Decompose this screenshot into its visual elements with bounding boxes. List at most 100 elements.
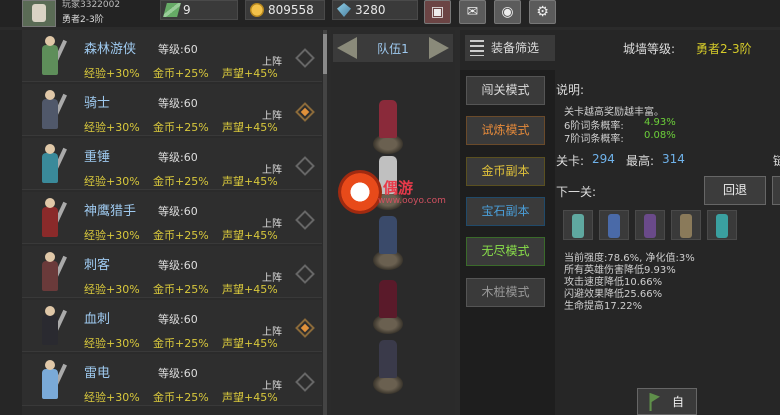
mail-button[interactable]: ✉ xyxy=(459,0,486,24)
hero-row[interactable]: 森林游侠 等级:60 经验+30% 金币+25% 声望+45% 上阵 xyxy=(22,30,322,82)
hero-gold-bonus: 金币+25% xyxy=(153,229,209,242)
hero-deploy-checkbox[interactable] xyxy=(295,264,315,284)
enemy-portrait[interactable] xyxy=(599,210,629,240)
mode-trial-button[interactable]: 试炼模式 xyxy=(466,116,545,145)
stage-edge-text: 链 xyxy=(773,154,780,168)
hero-head xyxy=(45,36,55,46)
mode-stage-button[interactable]: 闯关模式 xyxy=(466,76,545,105)
hero-body xyxy=(42,261,58,291)
hero-row[interactable]: 雷电 等级:60 经验+30% 金币+25% 声望+45% 上阵 xyxy=(22,354,322,406)
hero-exp-bonus: 经验+30% xyxy=(84,391,140,404)
watermark-url: www.ooyo.com xyxy=(378,196,446,206)
hero-name: 骑士 xyxy=(84,96,111,111)
enemy-figure xyxy=(608,214,620,238)
hero-name: 重锤 xyxy=(84,150,111,165)
enemy-figure xyxy=(680,214,692,238)
shop-button[interactable]: ▣ xyxy=(424,0,451,24)
team-member[interactable] xyxy=(379,340,397,378)
equipment-filter-button[interactable]: 装备筛选 xyxy=(465,35,555,61)
hero-head xyxy=(45,90,55,100)
gem-icon xyxy=(337,3,351,17)
hero-gold-bonus: 金币+25% xyxy=(153,283,209,296)
hero-head xyxy=(45,252,55,262)
player-name: 玩家3322002 xyxy=(62,0,121,10)
hero-deploy-label: 上阵 xyxy=(262,327,282,338)
enemy-portrait[interactable] xyxy=(635,210,665,240)
shop-icon: ▣ xyxy=(430,4,445,20)
wall-level-value: 勇者2-3阶 xyxy=(696,42,752,56)
gamepad-button[interactable]: ◉ xyxy=(494,0,521,24)
auto-button-label: 自 xyxy=(672,395,685,409)
hero-name: 血刺 xyxy=(84,312,111,327)
team-member[interactable] xyxy=(379,216,397,254)
hero-row[interactable]: 骑士 等级:60 经验+30% 金币+25% 声望+45% 上阵 xyxy=(22,84,322,136)
mode-gold-dungeon-button[interactable]: 金币副本 xyxy=(466,157,545,186)
hero-head xyxy=(45,198,55,208)
enemy-portrait[interactable] xyxy=(671,210,701,240)
gold-value: 809558 xyxy=(268,3,314,17)
hero-row[interactable]: 血刺 等级:60 经验+30% 金币+25% 声望+45% 上阵 xyxy=(22,300,322,352)
watermark-logo xyxy=(338,170,382,214)
auto-button[interactable]: 自 xyxy=(637,388,697,415)
watermark-text: 偶游 xyxy=(383,179,414,197)
team-member[interactable] xyxy=(379,100,397,138)
hero-portrait xyxy=(32,357,68,403)
hero-level: 等级:60 xyxy=(158,43,198,56)
description-title: 说明: xyxy=(556,83,585,97)
team-member[interactable] xyxy=(379,280,397,318)
hero-deploy-label: 上阵 xyxy=(262,381,282,392)
mode-gem-dungeon-button[interactable]: 宝石副本 xyxy=(466,197,545,226)
hero-exp-bonus: 经验+30% xyxy=(84,121,140,134)
enemy-portrait[interactable] xyxy=(563,210,593,240)
hero-list-scrollbar[interactable] xyxy=(323,30,327,415)
hero-gold-bonus: 金币+25% xyxy=(153,67,209,80)
hero-deploy-label: 上阵 xyxy=(262,57,282,68)
gamepad-icon: ◉ xyxy=(501,4,514,20)
energy-counter: 9 xyxy=(160,0,238,20)
hero-deploy-checkbox[interactable] xyxy=(295,48,315,68)
hero-name: 雷电 xyxy=(84,366,111,381)
back-button[interactable]: 回退 xyxy=(704,176,766,205)
mail-icon: ✉ xyxy=(466,4,479,20)
best-stage-value: 314 xyxy=(662,152,685,166)
settings-button[interactable]: ⚙ xyxy=(529,0,556,24)
wall-level-label: 城墙等级: xyxy=(623,42,676,56)
hero-deploy-checkbox[interactable] xyxy=(295,156,315,176)
hero-body xyxy=(42,207,58,237)
next-stage-label: 下一关: xyxy=(556,185,597,199)
hero-body xyxy=(42,315,58,345)
gem-value: 3280 xyxy=(355,3,386,17)
hero-portrait xyxy=(32,33,68,79)
stage-value: 294 xyxy=(592,152,615,166)
hero-exp-bonus: 经验+30% xyxy=(84,337,140,350)
hero-level: 等级:60 xyxy=(158,205,198,218)
hero-deploy-checkbox[interactable] xyxy=(295,372,315,392)
hero-name: 神鹰猎手 xyxy=(84,204,137,219)
energy-value: 9 xyxy=(183,3,191,17)
hero-deploy-checkbox[interactable] xyxy=(295,318,315,338)
team-header: 队伍1 xyxy=(333,34,453,62)
mode-dummy-button[interactable]: 木桩模式 xyxy=(466,278,545,307)
hero-exp-bonus: 经验+30% xyxy=(84,229,140,242)
mode-endless-button[interactable]: 无尽模式 xyxy=(466,237,545,266)
hero-deploy-checkbox[interactable] xyxy=(295,210,315,230)
hero-name: 森林游侠 xyxy=(84,42,137,57)
equipment-filter-label: 装备筛选 xyxy=(491,41,540,55)
tier7-rate-label: 7阶词条概率: xyxy=(564,134,624,145)
hero-gold-bonus: 金币+25% xyxy=(153,175,209,188)
hero-level: 等级:60 xyxy=(158,151,198,164)
hero-deploy-checkbox[interactable] xyxy=(295,102,315,122)
hero-exp-bonus: 经验+30% xyxy=(84,175,140,188)
hero-row[interactable]: 神鹰猎手 等级:60 经验+30% 金币+25% 声望+45% 上阵 xyxy=(22,192,322,244)
enemy-portrait[interactable] xyxy=(707,210,737,240)
hero-list[interactable]: 森林游侠 等级:60 经验+30% 金币+25% 声望+45% 上阵 骑士 等级:60 经验+3… xyxy=(22,30,322,415)
next-button-edge[interactable] xyxy=(772,176,780,205)
player-avatar[interactable] xyxy=(22,0,56,27)
hero-head xyxy=(45,144,55,154)
hero-level: 等级:60 xyxy=(158,97,198,110)
hero-row[interactable]: 刺客 等级:60 经验+30% 金币+25% 声望+45% 上阵 xyxy=(22,246,322,298)
tier6-rate-value: 4.93% xyxy=(644,117,676,128)
hero-row[interactable]: 重锤 等级:60 经验+30% 金币+25% 声望+45% 上阵 xyxy=(22,138,322,190)
hero-body xyxy=(42,45,58,75)
hero-deploy-label: 上阵 xyxy=(262,219,282,230)
